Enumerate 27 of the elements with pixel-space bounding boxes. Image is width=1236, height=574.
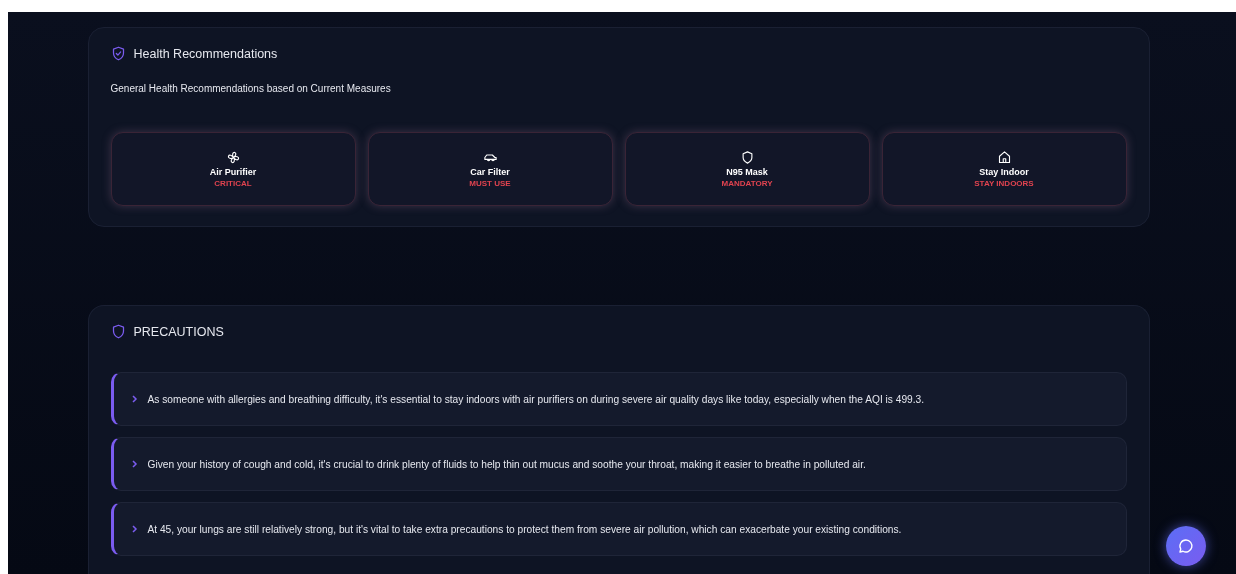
chevron-icon [131, 395, 138, 403]
section-subtitle: General Health Recommendations based on Current Measures [110, 83, 392, 94]
shield-check-icon [110, 46, 126, 61]
precaution-item[interactable]: At 45, your lungs are still relatively strong, but it's vital to take extra precautions to protect them from severe air pollution, which can exacerbate your existing conditions. [110, 502, 1127, 556]
chat-bubble-icon [1177, 537, 1195, 555]
recommendation-label: Car Filter [470, 167, 510, 177]
recommendation-status: MANDATORY [721, 179, 773, 188]
house-icon [996, 150, 1012, 165]
fan-icon [225, 150, 241, 165]
precaution-text: As someone with allergies and breathing difficulty, it's essential to stay indoors with air purifiers on during severe air quality days like today, especially when the AQI is 499.3. [147, 393, 925, 405]
recommendation-label: Air Purifier [209, 167, 257, 177]
recommendation-status: STAY INDOORS [974, 179, 1034, 188]
chat-button[interactable] [1166, 526, 1206, 566]
precaution-item[interactable]: Given your history of cough and cold, it's crucial to drink plenty of fluids to help thin out mucus and soothe your throat, making it easier to breathe in polluted air. [110, 437, 1127, 491]
chevron-icon [131, 460, 138, 468]
recommendation-status: CRITICAL [214, 179, 252, 188]
chevron-icon [131, 525, 138, 533]
precaution-text: Given your history of cough and cold, it's crucial to drink plenty of fluids to help thin out mucus and soothe your throat, making it easier to breathe in polluted air. [147, 458, 866, 470]
section-title: PRECAUTIONS [133, 324, 224, 339]
recommendation-status: MUST USE [469, 179, 511, 188]
shield-icon [739, 150, 755, 165]
precaution-item[interactable]: As someone with allergies and breathing difficulty, it's essential to stay indoors with air purifiers on during severe air quality days like today, especially when the AQI is 499.3. [110, 372, 1127, 426]
section-title: Health Recommendations [133, 46, 278, 61]
recommendation-label: Stay Indoor [979, 167, 1029, 177]
precaution-text: At 45, your lungs are still relatively strong, but it's vital to take extra precautions to protect them from severe air pollution, which can exacerbate your existing conditions. [147, 523, 902, 535]
recommendation-label: N95 Mask [726, 167, 768, 177]
shield-icon [110, 324, 126, 339]
